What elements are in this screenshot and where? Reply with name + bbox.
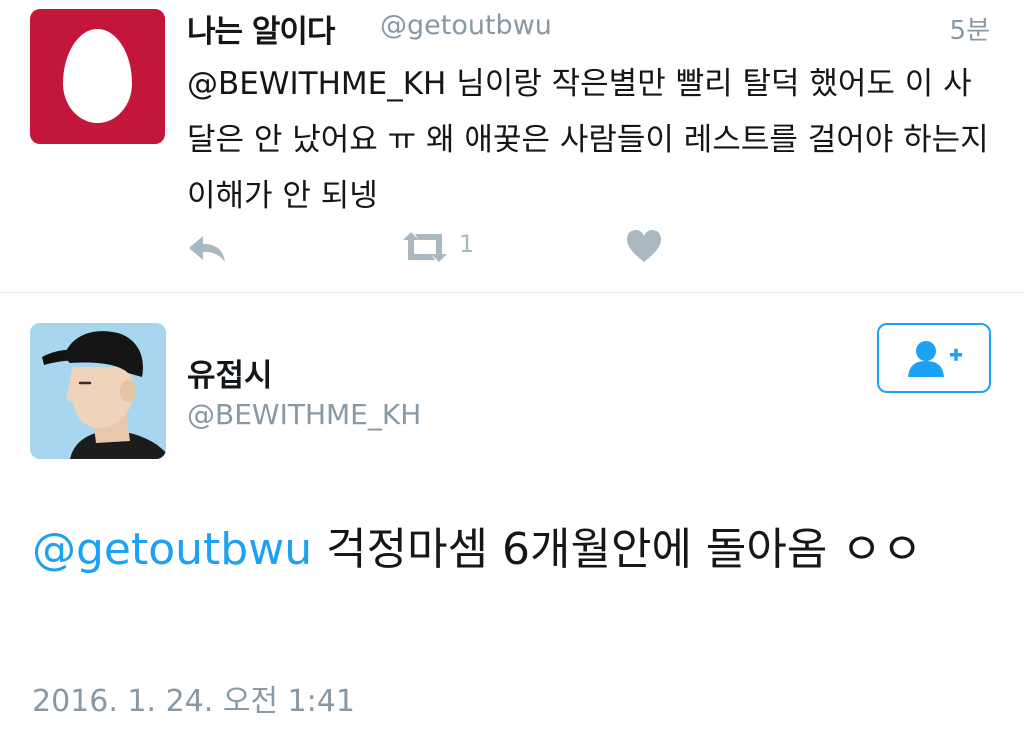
tweet-top: 나는 알이다 @getoutbwu 5분 @BEWITHME_KH 님이랑 작은… <box>0 0 1024 292</box>
egg-icon <box>63 29 132 123</box>
detail-tweet-body: 걱정마셈 6개월안에 돌아옴 ㅇㅇ <box>326 524 923 575</box>
retweet-count: 1 <box>459 230 475 258</box>
tweet-timestamp[interactable]: 2016. 1. 24. 오전 1:41 <box>32 676 355 720</box>
detail-tweet-text: @getoutbwu 걱정마셈 6개월안에 돌아옴 ㅇㅇ <box>32 513 992 587</box>
detail-author-name[interactable]: 유접시 <box>187 350 273 395</box>
reply-icon[interactable] <box>187 232 227 266</box>
mention-link[interactable]: @getoutbwu <box>32 524 312 575</box>
avatar-egg[interactable] <box>30 9 165 144</box>
avatar-photo[interactable] <box>30 323 166 459</box>
detail-author-handle[interactable]: @BEWITHME_KH <box>187 398 421 431</box>
heart-icon[interactable] <box>625 228 663 264</box>
author-handle[interactable]: @getoutbwu <box>380 10 552 41</box>
divider <box>0 292 1024 293</box>
tweet-time[interactable]: 5분 <box>950 10 990 47</box>
author-name[interactable]: 나는 알이다 <box>187 6 335 51</box>
retweet-icon[interactable] <box>401 230 449 264</box>
follow-button[interactable] <box>877 323 991 393</box>
add-user-icon <box>908 341 962 377</box>
tweet-text: @BEWITHME_KH 님이랑 작은별만 빨리 탈덕 했어도 이 사달은 안 … <box>187 66 989 214</box>
